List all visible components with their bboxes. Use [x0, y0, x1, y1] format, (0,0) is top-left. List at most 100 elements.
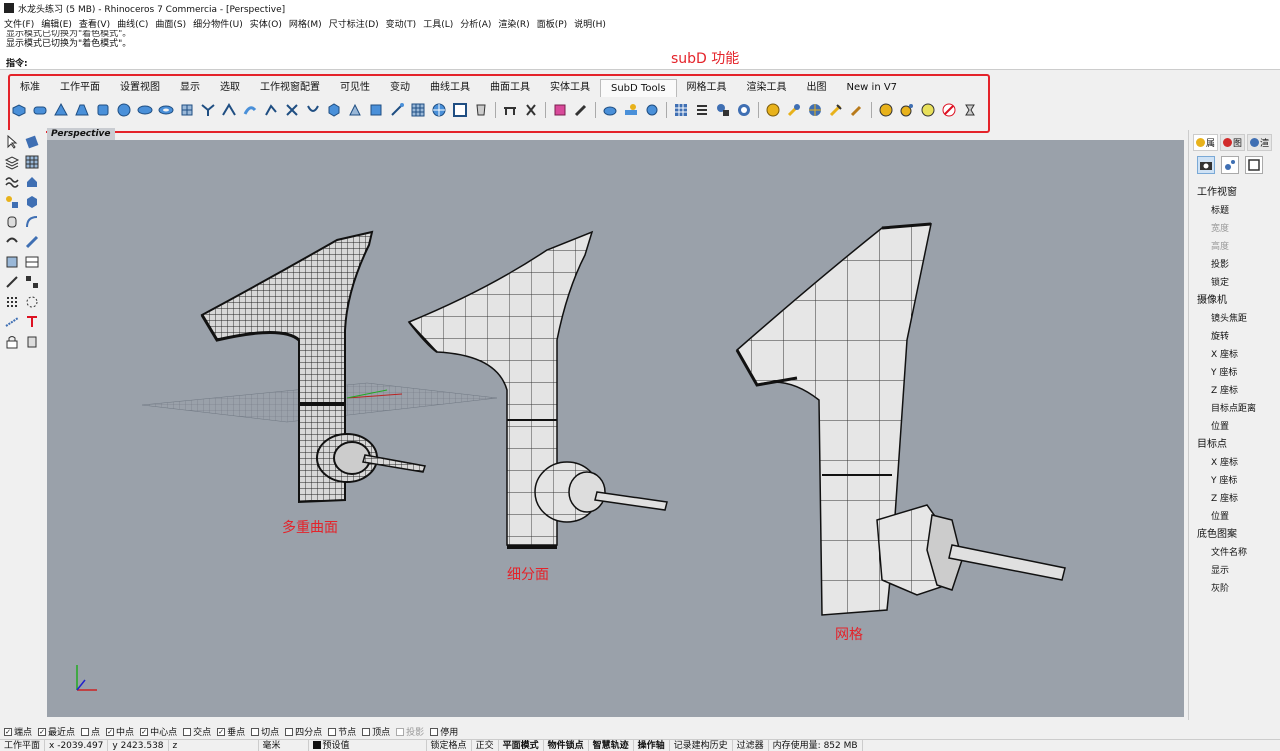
- grid-view-icon[interactable]: [24, 154, 40, 170]
- render-off-icon[interactable]: [940, 102, 958, 118]
- osnap-toggle[interactable]: 顶点: [362, 725, 390, 738]
- properties-item[interactable]: 位置: [1189, 418, 1280, 436]
- toolbar-tab[interactable]: 选取: [210, 79, 250, 97]
- properties-item[interactable]: 目标点距离: [1189, 400, 1280, 418]
- osnap-checkbox[interactable]: [430, 727, 439, 736]
- properties-item[interactable]: 宽度: [1189, 220, 1280, 238]
- subd-grid-icon[interactable]: [409, 102, 427, 118]
- select-arrow-icon[interactable]: [4, 134, 20, 150]
- status-filter[interactable]: 过滤器: [733, 739, 769, 751]
- properties-section-header[interactable]: 底色图案: [1189, 526, 1280, 544]
- properties-item[interactable]: X 座标: [1189, 454, 1280, 472]
- render-texture-icon[interactable]: [827, 102, 845, 118]
- subd-torus-icon[interactable]: [157, 102, 175, 118]
- menu-item[interactable]: 变动(T): [386, 17, 417, 30]
- osnap-checkbox[interactable]: [396, 727, 405, 736]
- status-smarttrack[interactable]: 智慧轨迹: [589, 739, 634, 751]
- properties-item[interactable]: 位置: [1189, 508, 1280, 526]
- viewport-frame-icon[interactable]: [1245, 156, 1263, 174]
- osnap-toggle[interactable]: 停用: [430, 725, 458, 738]
- menu-item[interactable]: 网格(M): [289, 17, 322, 30]
- render-sphere-icon[interactable]: [877, 102, 895, 118]
- osnap-toggle[interactable]: 点: [81, 725, 100, 738]
- osnap-checkbox[interactable]: [183, 727, 192, 736]
- toolbar-tab[interactable]: 变动: [380, 79, 420, 97]
- osnap-checkbox[interactable]: [251, 727, 260, 736]
- toolbar-tab[interactable]: SubD Tools: [600, 79, 677, 97]
- osnap-checkbox[interactable]: [362, 727, 371, 736]
- subd-sphere-grid-icon[interactable]: [430, 102, 448, 118]
- properties-item[interactable]: 旋转: [1189, 328, 1280, 346]
- perspective-viewport[interactable]: 多重曲面 细分面 网格: [47, 140, 1184, 717]
- subd-ellipsoid-icon[interactable]: [136, 102, 154, 118]
- text-icon[interactable]: [24, 314, 40, 330]
- surface-tools-icon[interactable]: [4, 194, 20, 210]
- status-gumball[interactable]: 操作轴: [634, 739, 670, 751]
- properties-item[interactable]: 镜头焦距: [1189, 310, 1280, 328]
- toolbar-tab[interactable]: 曲线工具: [420, 79, 480, 97]
- cylinder-icon[interactable]: [4, 214, 20, 230]
- osnap-toggle[interactable]: ✓ 端点: [4, 725, 32, 738]
- properties-item[interactable]: 锁定: [1189, 274, 1280, 292]
- toolbar-tab[interactable]: 曲面工具: [480, 79, 540, 97]
- osnap-toggle[interactable]: ✓ 垂点: [217, 725, 245, 738]
- render-env-icon[interactable]: [919, 102, 937, 118]
- osnap-toggle[interactable]: 投影: [396, 725, 424, 738]
- properties-item[interactable]: 灰阶: [1189, 580, 1280, 598]
- menu-item[interactable]: 分析(A): [460, 17, 491, 30]
- osnap-toggle[interactable]: ✓ 最近点: [38, 725, 75, 738]
- extrude-icon[interactable]: [4, 254, 20, 270]
- status-osnap[interactable]: 物件锁点: [544, 739, 589, 751]
- osnap-toggle[interactable]: 四分点: [285, 725, 322, 738]
- menu-item[interactable]: 工具(L): [423, 17, 453, 30]
- menu-item[interactable]: 面板(P): [537, 17, 567, 30]
- properties-item[interactable]: 显示: [1189, 562, 1280, 580]
- properties-item[interactable]: 文件名称: [1189, 544, 1280, 562]
- menu-item[interactable]: 实体(O): [250, 17, 282, 30]
- osnap-checkbox[interactable]: ✓: [106, 727, 115, 736]
- fillet-icon[interactable]: [24, 234, 40, 250]
- faucet-subd[interactable]: [407, 230, 668, 549]
- properties-item[interactable]: Z 座标: [1189, 382, 1280, 400]
- subd-crease-icon[interactable]: [551, 102, 569, 118]
- osnap-checkbox[interactable]: [285, 727, 294, 736]
- subd-extrude-icon[interactable]: [283, 102, 301, 118]
- osnap-checkbox[interactable]: [81, 727, 90, 736]
- toolbar-tab[interactable]: 渲染工具: [737, 79, 797, 97]
- faucet-mesh[interactable]: [735, 222, 1066, 616]
- properties-section-header[interactable]: 目标点: [1189, 436, 1280, 454]
- osnap-toggle[interactable]: 节点: [328, 725, 356, 738]
- render-settings-icon[interactable]: [1221, 156, 1239, 174]
- pipe-icon[interactable]: [24, 214, 40, 230]
- osnap-checkbox[interactable]: ✓: [4, 727, 12, 736]
- subd-display-icon[interactable]: [672, 102, 690, 118]
- subd-bridge-icon[interactable]: [304, 102, 322, 118]
- subd-cylinder-icon[interactable]: [31, 102, 49, 118]
- osnap-toggle[interactable]: 交点: [183, 725, 211, 738]
- layers-icon[interactable]: [4, 154, 20, 170]
- render-paint-icon[interactable]: [785, 102, 803, 118]
- properties-tab[interactable]: 属: [1193, 134, 1219, 151]
- subd-tools-icon[interactable]: [714, 102, 732, 118]
- status-units[interactable]: 毫米: [259, 739, 309, 751]
- osnap-checkbox[interactable]: ✓: [217, 727, 226, 736]
- points-grid-icon[interactable]: [4, 294, 20, 310]
- subd-drum-icon[interactable]: [94, 102, 112, 118]
- toolbar-tab[interactable]: 工作视窗配置: [250, 79, 330, 97]
- subd-connect-icon[interactable]: [501, 102, 519, 118]
- camera-icon[interactable]: [1197, 156, 1215, 174]
- subd-merge-icon[interactable]: [522, 102, 540, 118]
- osnap-checkbox[interactable]: ✓: [140, 727, 149, 736]
- subd-convert-icon[interactable]: [735, 102, 753, 118]
- move-icon[interactable]: [4, 274, 20, 290]
- toolbar-tab[interactable]: 出图: [797, 79, 837, 97]
- osnap-toggle[interactable]: ✓ 中点: [106, 725, 134, 738]
- subd-pen-icon[interactable]: [572, 102, 590, 118]
- status-grid-snap[interactable]: 锁定格点: [427, 739, 472, 751]
- status-layer[interactable]: 预设值: [309, 739, 427, 751]
- render-material-icon[interactable]: [764, 102, 782, 118]
- menu-item[interactable]: 尺寸标注(D): [329, 17, 379, 30]
- menu-item[interactable]: 曲线(C): [117, 17, 148, 30]
- menu-item[interactable]: 查看(V): [79, 17, 110, 30]
- toolbar-tab[interactable]: 标准: [10, 79, 50, 97]
